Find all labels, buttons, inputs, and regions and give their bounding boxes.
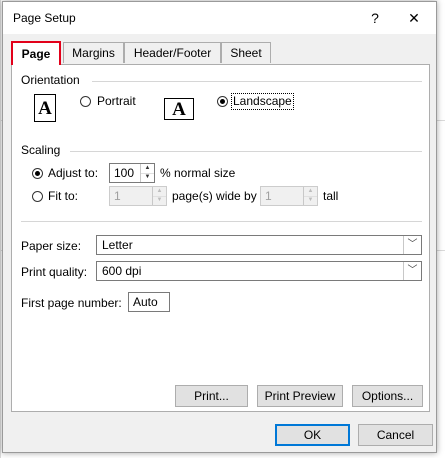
dialog-title: Page Setup [13,11,76,25]
fit-to-radio[interactable] [32,191,43,202]
normal-size-label: % normal size [160,166,236,180]
landscape-radio[interactable] [217,96,228,107]
spin-down-icon[interactable]: ▼ [141,173,154,182]
close-icon[interactable]: ✕ [403,8,425,28]
adjust-to-spinner[interactable]: 100 ▲ ▼ [109,163,155,183]
page-tab-panel: Orientation A Portrait A Landscape Scali… [11,64,430,412]
grid-line [0,0,1,458]
ok-button[interactable]: OK [275,424,350,446]
orientation-group-label: Orientation [21,73,80,87]
print-quality-label: Print quality: [21,265,88,279]
landscape-page-icon: A [164,98,194,120]
paper-size-value[interactable]: Letter [102,238,133,252]
group-divider [70,151,422,152]
fit-tall-value[interactable]: 1 [265,189,272,203]
print-quality-value[interactable]: 600 dpi [102,264,141,278]
section-divider [21,221,422,222]
first-page-number-input[interactable]: Auto [128,292,170,312]
adjust-to-label[interactable]: Adjust to: [48,166,98,180]
tab-margins[interactable]: Margins [63,42,124,63]
adjust-to-radio[interactable] [32,168,43,179]
spinner-arrows[interactable]: ▲ ▼ [303,187,317,205]
portrait-radio[interactable] [80,96,91,107]
tall-label: tall [323,189,339,203]
print-quality-select[interactable]: 600 dpi ﹀ [96,261,422,281]
spin-down-icon[interactable]: ▼ [304,196,317,205]
fit-wide-value[interactable]: 1 [114,189,121,203]
spin-down-icon[interactable]: ▼ [153,196,166,205]
fit-wide-spinner[interactable]: 1 ▲ ▼ [109,186,167,206]
tab-header-footer[interactable]: Header/Footer [124,42,221,63]
chevron-down-icon[interactable]: ﹀ [403,236,421,254]
print-button[interactable]: Print... [175,385,248,407]
first-page-number-label: First page number: [21,296,122,310]
print-preview-button[interactable]: Print Preview [257,385,343,407]
first-page-number-value[interactable]: Auto [133,295,158,309]
paper-size-select[interactable]: Letter ﹀ [96,235,422,255]
help-icon[interactable]: ? [365,8,385,28]
fit-to-label[interactable]: Fit to: [48,189,78,203]
pages-wide-label: page(s) wide by [172,189,257,203]
cancel-button[interactable]: Cancel [358,424,433,446]
tab-page[interactable]: Page [11,41,61,65]
paper-size-label: Paper size: [21,239,82,253]
landscape-label[interactable]: Landscape [233,94,292,108]
spinner-arrows[interactable]: ▲ ▼ [152,187,166,205]
spinner-arrows[interactable]: ▲ ▼ [140,164,154,182]
group-divider [92,81,422,82]
title-bar: Page Setup ? ✕ [3,2,436,34]
portrait-label[interactable]: Portrait [97,94,136,108]
tab-sheet[interactable]: Sheet [221,42,271,63]
scaling-group-label: Scaling [21,143,61,157]
options-button[interactable]: Options... [352,385,423,407]
chevron-down-icon[interactable]: ﹀ [403,262,421,280]
adjust-to-value[interactable]: 100 [114,166,134,180]
page-setup-dialog: Page Setup ? ✕ Page Margins Header/Foote… [2,1,437,453]
fit-tall-spinner[interactable]: 1 ▲ ▼ [260,186,318,206]
portrait-page-icon: A [34,94,56,122]
